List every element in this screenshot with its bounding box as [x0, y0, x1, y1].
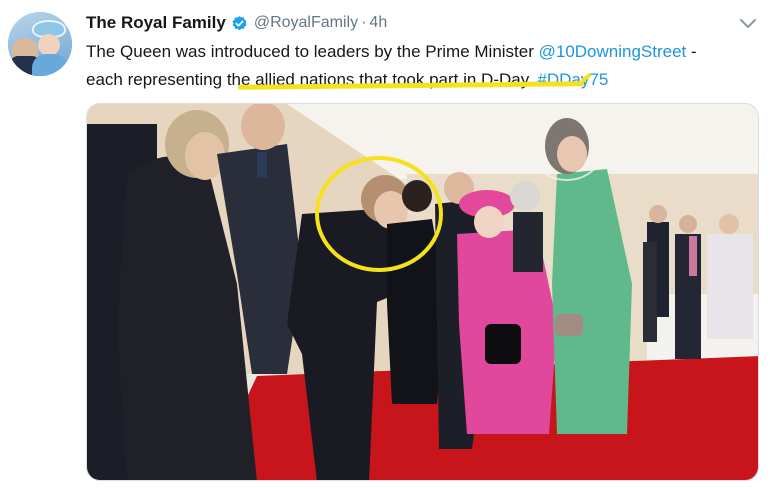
bg-person-2-tie [689, 236, 697, 276]
queen-face [474, 206, 504, 238]
avatar-coat [32, 54, 68, 76]
bg-person-3-dress [707, 234, 753, 339]
woman-behind-hair [402, 180, 432, 212]
avatar-face [38, 34, 60, 56]
author-name[interactable]: The Royal Family [86, 13, 226, 33]
bg-person-4 [643, 242, 657, 342]
bg-person-1-head [649, 205, 667, 223]
tweet-timestamp[interactable]: 4h [369, 14, 387, 32]
avatar[interactable] [8, 12, 72, 76]
queen-handbag [485, 324, 521, 364]
pm-clutch [555, 314, 583, 336]
mention-link[interactable]: @10DowningStreet [539, 42, 687, 61]
chevron-down-icon[interactable] [738, 16, 758, 32]
tweet-photo[interactable] [86, 103, 759, 481]
grey-man-suit [513, 212, 543, 272]
author-handle[interactable]: @RoyalFamily [254, 14, 358, 32]
tweet-text-segment: The Queen was introduced to leaders by t… [86, 42, 539, 61]
verified-badge-icon [232, 15, 247, 30]
tweet-text-line-2: each representing the allied nations tha… [86, 66, 766, 94]
bg-person-2-head [679, 215, 697, 233]
man-tie [257, 152, 267, 178]
pm-face [557, 136, 587, 172]
tweet-text-line-1: The Queen was introduced to leaders by t… [86, 38, 766, 66]
tweet-text-segment: - [686, 42, 697, 61]
separator-dot: · [361, 14, 367, 31]
bg-person-2 [675, 234, 701, 359]
bg-person-3-head [719, 214, 739, 234]
photo-scene [87, 104, 758, 480]
man-head [241, 104, 285, 150]
tweet-header: The Royal Family @RoyalFamily · 4h [86, 12, 387, 34]
tweet-text-segment: each representing [86, 70, 227, 89]
grey-man-head [510, 181, 540, 211]
